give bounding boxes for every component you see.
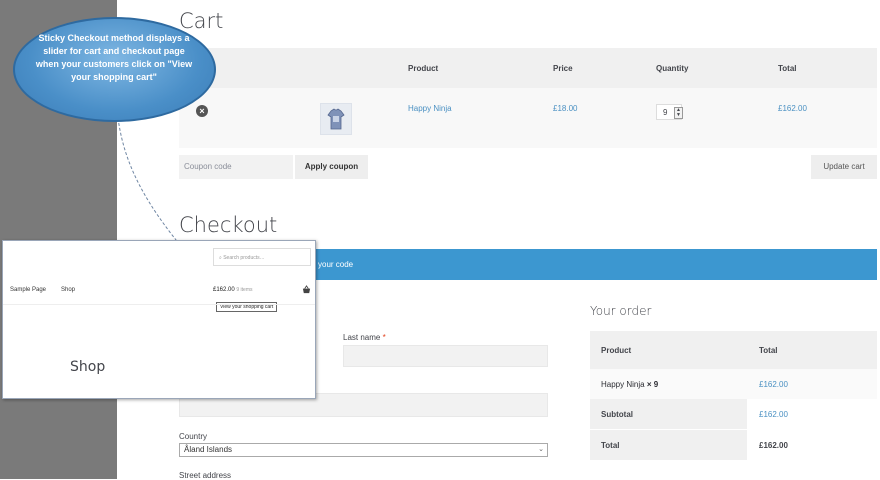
shop-heading: Shop: [70, 359, 106, 375]
header-cart-count: 9 items: [236, 287, 253, 293]
basket-icon[interactable]: [302, 285, 311, 294]
search-input[interactable]: ⌕ Search products…: [213, 248, 311, 266]
header-cart-amount: £162.00: [213, 287, 235, 293]
callout-text: Sticky Checkout method displays a slider…: [35, 33, 193, 82]
search-placeholder: Search products…: [223, 255, 265, 261]
header-cart-link[interactable]: £162.00 9 items: [213, 287, 253, 293]
header-divider: [3, 304, 315, 305]
mini-cart-preview-panel: ⌕ Search products… Sample Page Shop £162…: [2, 240, 316, 399]
nav-sample-page[interactable]: Sample Page: [10, 287, 46, 293]
search-icon: ⌕: [219, 255, 222, 261]
nav-shop[interactable]: Shop: [61, 287, 75, 293]
